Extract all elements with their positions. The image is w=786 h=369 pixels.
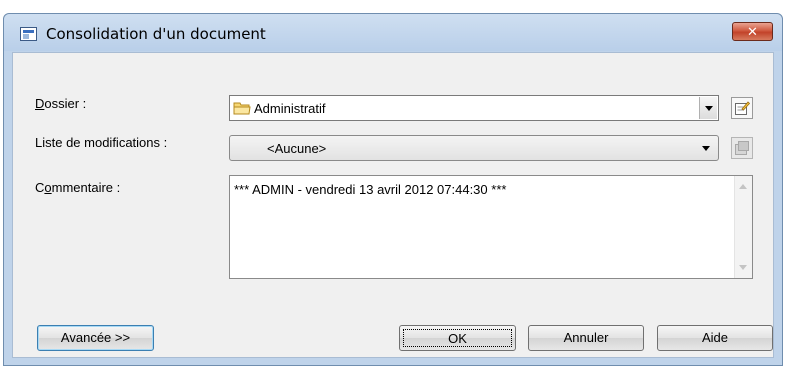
app-icon xyxy=(20,27,37,41)
comment-label-text: mmentaire : xyxy=(51,180,121,195)
folder-label-accesskey: D xyxy=(35,96,45,111)
comment-value: *** ADMIN - vendredi 13 avril 2012 07:44… xyxy=(234,182,507,197)
window-title: Consolidation d'un document xyxy=(46,25,266,43)
folder-value: Administratif xyxy=(254,101,326,116)
chevron-down-icon xyxy=(702,146,710,151)
advanced-button[interactable]: Avancée >> xyxy=(37,325,154,351)
dialog-body: Dossier : Administratif Liste de modific… xyxy=(12,52,774,358)
folder-label-text: ossier : xyxy=(44,96,87,111)
folder-icon xyxy=(233,102,251,115)
properties-icon xyxy=(735,101,750,115)
changelist-combobox[interactable]: <Aucune> xyxy=(229,135,719,161)
comment-label-accesskey: o xyxy=(44,180,52,195)
scroll-up-icon[interactable] xyxy=(739,184,747,189)
help-button[interactable]: Aide xyxy=(657,325,773,351)
comment-label-pre: C xyxy=(35,180,45,195)
changelist-properties-button[interactable] xyxy=(731,137,753,159)
folder-properties-button[interactable] xyxy=(731,97,753,119)
ok-button-label: OK xyxy=(403,329,512,347)
scroll-down-icon[interactable] xyxy=(739,265,747,270)
folder-dropdown-button[interactable] xyxy=(699,97,717,119)
changelist-value: <Aucune> xyxy=(267,141,327,156)
comment-textarea[interactable]: *** ADMIN - vendredi 13 avril 2012 07:44… xyxy=(229,175,753,279)
changelist-label: Liste de modifications : xyxy=(35,135,168,150)
ok-button[interactable]: OK xyxy=(399,325,516,351)
folder-label: Dossier : xyxy=(35,96,86,111)
close-button[interactable]: ✕ xyxy=(732,22,773,41)
folder-combobox[interactable]: Administratif xyxy=(229,95,719,121)
comment-label: Commentaire : xyxy=(35,180,120,195)
title-bar: Consolidation d'un document ✕ xyxy=(4,14,782,51)
cancel-button[interactable]: Annuler xyxy=(528,325,644,351)
properties-icon-disabled xyxy=(735,141,749,155)
comment-scrollbar[interactable] xyxy=(734,176,752,278)
dialog-window: Consolidation d'un document ✕ Dossier : … xyxy=(3,13,783,366)
